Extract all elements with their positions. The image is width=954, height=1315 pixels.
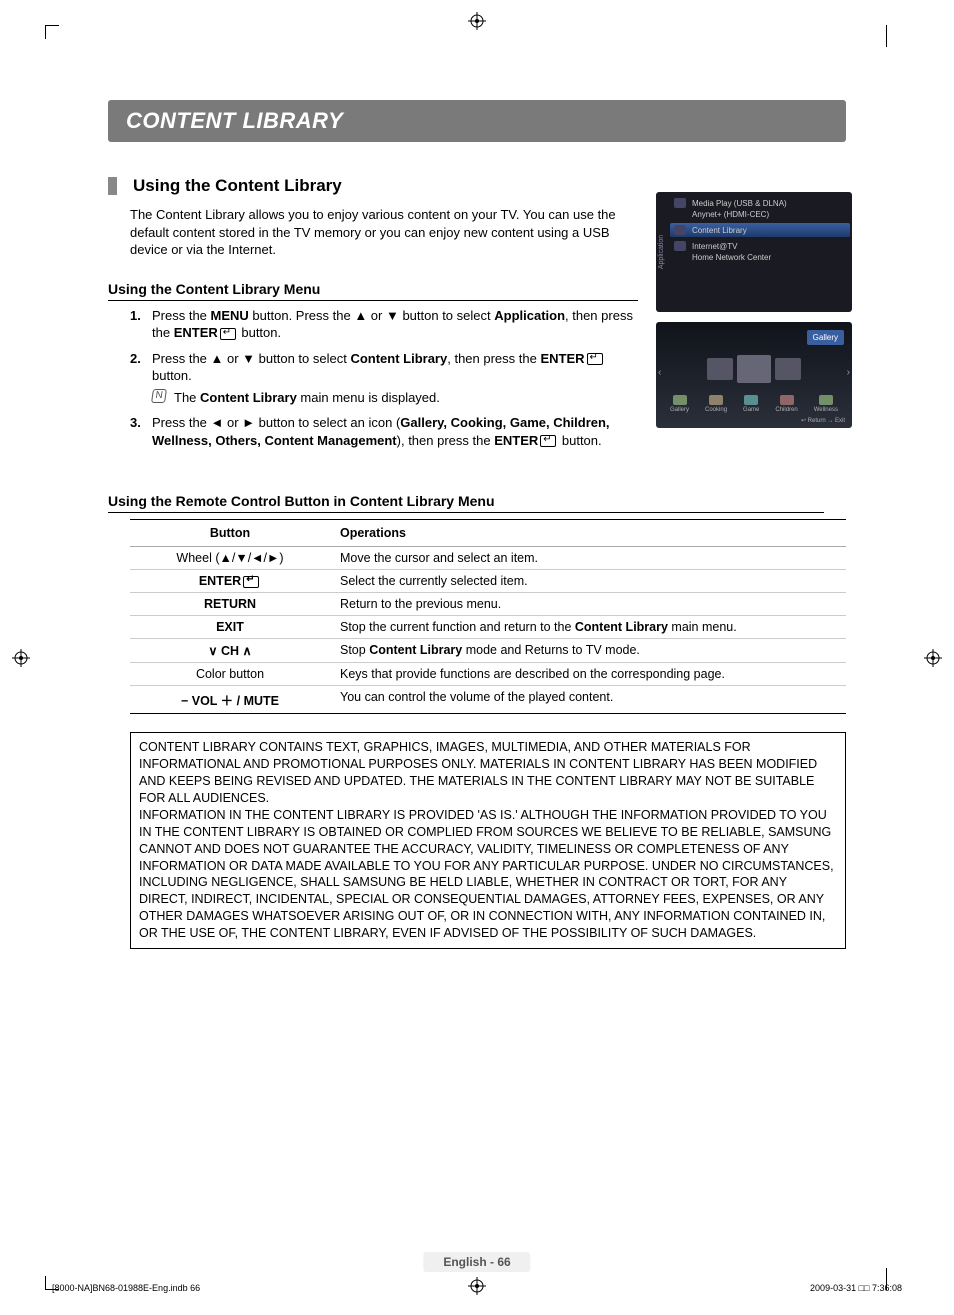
- note-icon: N: [151, 389, 167, 403]
- page-footer: English - 66: [423, 1252, 530, 1272]
- imprint-filename: [8000-NA]BN68-01988E-Eng.indb 66: [52, 1283, 200, 1293]
- step-number: 3.: [130, 414, 141, 432]
- subsection-heading: Using the Content Library Menu: [108, 281, 638, 301]
- arrow-right-icon: ›: [847, 367, 850, 378]
- subsection-heading: Using the Remote Control Button in Conte…: [108, 493, 824, 513]
- menu-icon: [674, 241, 686, 251]
- selected-category-tag: Gallery: [807, 330, 844, 345]
- table-row: EXIT Stop the current function and retur…: [130, 616, 846, 639]
- table-header: Button: [130, 520, 330, 547]
- disclaimer-box: CONTENT LIBRARY CONTAINS TEXT, GRAPHICS,…: [130, 732, 846, 949]
- table-row: − VOL ＋ / MUTE You can control the volum…: [130, 686, 846, 714]
- page: CONTENT LIBRARY Using the Content Librar…: [0, 0, 954, 1315]
- button-cell: ENTER: [130, 570, 330, 593]
- crop-mark: [886, 25, 887, 47]
- op-cell: You can control the volume of the played…: [330, 686, 846, 714]
- menu-item: Anynet+ (HDMI-CEC): [674, 209, 846, 219]
- nav-hint: ↩ Return → Exit: [660, 416, 848, 424]
- step-item: 3. Press the ◄ or ► button to select an …: [130, 414, 638, 449]
- button-cell: RETURN: [130, 593, 330, 616]
- table-row: RETURN Return to the previous menu.: [130, 593, 846, 616]
- menu-icon: [674, 198, 686, 208]
- preview-row: [660, 345, 848, 392]
- table-row: Wheel (▲/▼/◄/►) Move the cursor and sele…: [130, 547, 846, 570]
- thumbnail: [707, 358, 733, 380]
- steps-list: 1. Press the MENU button. Press the ▲ or…: [130, 307, 638, 450]
- arrow-left-icon: ‹: [658, 367, 661, 378]
- heading-marker-icon: [108, 177, 117, 195]
- tv-menu-screenshot: Application Media Play (USB & DLNA) Anyn…: [656, 192, 852, 312]
- remote-control-table: Button Operations Wheel (▲/▼/◄/►) Move t…: [130, 519, 846, 714]
- menu-item: Home Network Center: [674, 252, 846, 262]
- enter-icon: [220, 328, 236, 340]
- menu-category-label: Application: [658, 235, 665, 269]
- category-icon: Wellness: [814, 395, 838, 413]
- enter-icon: [243, 576, 259, 588]
- op-cell: Move the cursor and select an item.: [330, 547, 846, 570]
- table-row: Color button Keys that provide functions…: [130, 663, 846, 686]
- thumbnail: [775, 358, 801, 380]
- category-icon: Gallery: [670, 395, 689, 413]
- crop-mark: [45, 25, 59, 39]
- op-cell: Return to the previous menu.: [330, 593, 846, 616]
- table-row: ∨ CH ∧ Stop Content Library mode and Ret…: [130, 639, 846, 663]
- table-row: ENTER Select the currently selected item…: [130, 570, 846, 593]
- imprint-timestamp: 2009-03-31 □□ 7:36:08: [810, 1283, 902, 1293]
- step-item: 2. Press the ▲ or ▼ button to select Con…: [130, 350, 638, 407]
- menu-item-selected: Content Library: [670, 223, 850, 237]
- chapter-title: CONTENT LIBRARY: [108, 100, 846, 142]
- menu-icon: [674, 225, 686, 235]
- button-cell: Color button: [130, 663, 330, 686]
- category-icons: Gallery Cooking Game Children Wellness: [660, 392, 848, 416]
- category-icon: Game: [743, 395, 759, 413]
- tv-screenshots: Application Media Play (USB & DLNA) Anyn…: [656, 192, 852, 438]
- step-number: 2.: [130, 350, 141, 368]
- registration-mark-icon: [468, 1277, 486, 1295]
- registration-mark-icon: [924, 649, 942, 667]
- table-header: Operations: [330, 520, 846, 547]
- step-number: 1.: [130, 307, 141, 325]
- menu-item: Internet@TV: [674, 241, 846, 251]
- section-heading-text: Using the Content Library: [133, 176, 342, 196]
- button-cell: ∨ CH ∧: [130, 639, 330, 663]
- note-row: N The Content Library main menu is displ…: [152, 389, 638, 407]
- op-cell: Stop Content Library mode and Returns to…: [330, 639, 846, 663]
- tv-content-library-screenshot: ‹ › Gallery Gallery Cooking Game Childre…: [656, 322, 852, 428]
- button-cell: − VOL ＋ / MUTE: [130, 686, 330, 714]
- op-cell: Stop the current function and return to …: [330, 616, 846, 639]
- category-icon: Cooking: [705, 395, 727, 413]
- thumbnail: [737, 355, 771, 383]
- button-cell: Wheel (▲/▼/◄/►): [130, 547, 330, 570]
- op-cell: Keys that provide functions are describe…: [330, 663, 846, 686]
- menu-item: Media Play (USB & DLNA): [674, 198, 846, 208]
- category-icon: Children: [775, 395, 797, 413]
- enter-icon: [587, 353, 603, 365]
- intro-paragraph: The Content Library allows you to enjoy …: [130, 206, 626, 259]
- button-cell: EXIT: [130, 616, 330, 639]
- op-cell: Select the currently selected item.: [330, 570, 846, 593]
- registration-mark-icon: [12, 649, 30, 667]
- registration-mark-icon: [468, 12, 486, 30]
- enter-icon: [540, 435, 556, 447]
- step-item: 1. Press the MENU button. Press the ▲ or…: [130, 307, 638, 342]
